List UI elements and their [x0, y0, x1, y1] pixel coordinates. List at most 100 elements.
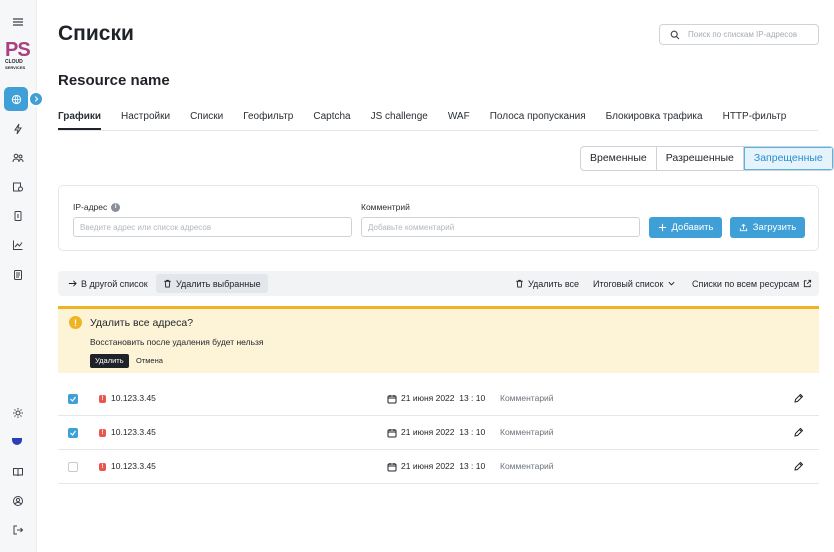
add-button[interactable]: Добавить [649, 217, 722, 238]
users-icon [12, 153, 24, 163]
table-row[interactable]: ! 10.123.3.45 21 июня 2022 13 : 10 Комме… [58, 382, 819, 416]
logout-icon [13, 525, 24, 535]
sidebar-item-protection[interactable] [9, 178, 27, 196]
calendar-icon [387, 395, 397, 404]
warning-icon: ! [69, 316, 82, 329]
sun-icon [13, 408, 23, 418]
sidebar-item-globe[interactable] [4, 87, 28, 111]
sidebar-item-account[interactable] [9, 492, 27, 510]
resource-name: Resource name [58, 72, 170, 89]
main-content: Списки Resource name Графики Настройки С… [37, 0, 834, 552]
table-row[interactable]: ! 10.123.3.45 21 июня 2022 13 : 10 Комме… [58, 450, 819, 484]
row-date: 21 июня 2022 13 : 10 [401, 393, 486, 403]
external-link-icon [804, 279, 812, 288]
list-toolbar: В другой список Удалить выбранные Удалит… [58, 271, 819, 296]
account-icon [13, 496, 23, 506]
plus-icon [658, 223, 666, 232]
row-ip: 10.123.3.45 [111, 393, 156, 403]
delete-selected-button[interactable]: Удалить выбранные [156, 274, 268, 293]
check-icon [70, 396, 76, 402]
list-type-blocked[interactable]: Запрещенные [743, 147, 833, 170]
move-to-list-button[interactable]: В другой список [68, 271, 148, 296]
tab-captcha[interactable]: Captcha [313, 111, 350, 131]
list-type-switch: Временные Разрешенные Запрещенные [580, 146, 834, 171]
sidebar-item-files[interactable] [9, 266, 27, 284]
ip-label: IP-адрес i [73, 202, 121, 212]
row-date: 21 июня 2022 13 : 10 [401, 461, 486, 471]
summary-list-dropdown[interactable]: Итоговый список [593, 271, 676, 296]
trash-icon [164, 279, 171, 288]
comment-input[interactable] [361, 217, 640, 237]
alert-badge-icon: ! [99, 463, 106, 471]
tab-js-challenge[interactable]: JS challenge [371, 111, 428, 131]
tab-settings[interactable]: Настройки [121, 111, 170, 131]
row-ip: 10.123.3.45 [111, 461, 156, 471]
logo-mark: PS [5, 39, 31, 61]
cancel-button[interactable]: Отмена [136, 354, 163, 368]
arrow-right-icon [68, 280, 77, 287]
tab-graphs[interactable]: Графики [58, 111, 102, 131]
upload-button[interactable]: Загрузить [730, 217, 805, 238]
doc-icon [14, 211, 22, 221]
tab-waf[interactable]: WAF [448, 111, 470, 131]
edit-icon[interactable] [793, 461, 804, 472]
shield-doc-icon [13, 182, 23, 192]
list-type-allowed[interactable]: Разрешенные [657, 147, 744, 170]
sidebar-item-document[interactable] [9, 207, 27, 225]
chevron-down-icon [668, 281, 675, 286]
menu-icon[interactable] [9, 13, 27, 31]
chart-icon [13, 240, 23, 250]
row-ip: 10.123.3.45 [111, 427, 156, 437]
edit-icon[interactable] [793, 393, 804, 404]
row-date: 21 июня 2022 13 : 10 [401, 427, 486, 437]
all-resources-link[interactable]: Списки по всем ресурсам [692, 271, 812, 296]
row-comment: Комментарий [500, 461, 554, 471]
tab-geofilter[interactable]: Геофильтр [243, 111, 293, 131]
tab-bandwidth[interactable]: Полоса пропускания [490, 111, 586, 131]
sidebar: PS CLOUD SERVICES [0, 0, 44, 552]
tab-traffic-block[interactable]: Блокировка трафика [606, 111, 703, 131]
delete-selected-label: Удалить выбранные [176, 278, 261, 289]
calendar-icon [387, 463, 397, 472]
logout-button[interactable] [9, 521, 27, 539]
logo: PS CLOUD SERVICES [5, 40, 32, 72]
sidebar-item-users[interactable] [9, 149, 27, 167]
trash-icon [516, 279, 523, 288]
row-checkbox[interactable] [68, 462, 78, 472]
file-icon [14, 270, 22, 280]
move-to-list-label: В другой список [81, 278, 148, 289]
add-button-label: Добавить [671, 222, 714, 233]
delete-all-label: Удалить все [528, 278, 580, 289]
search-icon [670, 30, 680, 39]
search-input[interactable] [688, 30, 813, 39]
flag-icon[interactable] [12, 438, 22, 445]
confirm-delete-button[interactable]: Удалить [90, 354, 129, 368]
calendar-icon [387, 429, 397, 438]
tab-lists[interactable]: Списки [190, 111, 223, 131]
tab-http-filter[interactable]: HTTP-фильтр [723, 111, 787, 131]
sidebar-item-stats[interactable] [9, 236, 27, 254]
upload-icon [739, 223, 747, 232]
search-box[interactable] [659, 24, 819, 45]
summary-list-label: Итоговый список [593, 278, 664, 289]
globe-icon [11, 94, 21, 104]
tabs: Графики Настройки Списки Геофильтр Captc… [58, 111, 806, 131]
table-row[interactable]: ! 10.123.3.45 21 июня 2022 13 : 10 Комме… [58, 416, 819, 450]
ip-input[interactable] [73, 217, 352, 237]
sidebar-item-docs[interactable] [9, 463, 27, 481]
sidebar-item-lightning[interactable] [9, 120, 27, 138]
alert-badge-icon: ! [99, 395, 106, 403]
delete-all-button[interactable]: Удалить все [515, 271, 579, 296]
row-checkbox[interactable] [68, 428, 78, 438]
book-icon [13, 468, 23, 477]
list-type-temporary[interactable]: Временные [581, 147, 657, 170]
ip-label-text: IP-адрес [73, 202, 108, 212]
delete-confirm-alert: ! Удалить все адреса? Восстановить после… [58, 306, 819, 373]
edit-icon[interactable] [793, 427, 804, 438]
upload-button-label: Загрузить [752, 222, 797, 233]
alert-badge-icon: ! [99, 429, 106, 437]
info-icon[interactable]: i [111, 202, 121, 212]
theme-toggle[interactable] [9, 404, 27, 422]
logo-line2: SERVICES [5, 65, 26, 70]
row-checkbox[interactable] [68, 394, 78, 404]
